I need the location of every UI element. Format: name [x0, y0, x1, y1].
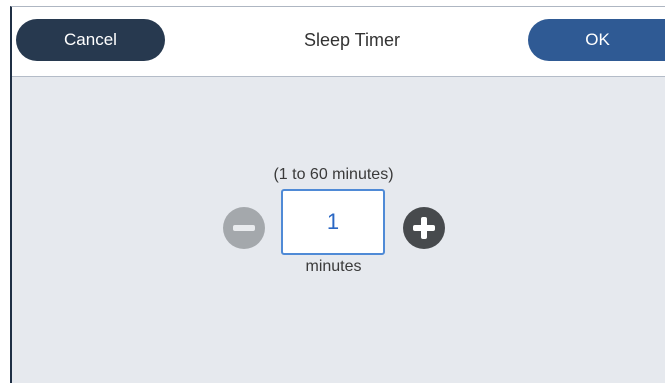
header-bar: Cancel Sleep Timer OK: [12, 7, 665, 77]
minutes-value: 1: [326, 209, 340, 234]
range-label: (1 to 60 minutes): [273, 166, 394, 183]
increment-button[interactable]: [403, 207, 445, 249]
ok-button[interactable]: OK: [528, 19, 665, 61]
decrement-button[interactable]: [223, 207, 265, 249]
ok-button-label: OK: [585, 30, 610, 49]
page-title: Sleep Timer: [303, 29, 401, 50]
minutes-value-field[interactable]: 1: [281, 189, 385, 255]
cancel-button-label: Cancel: [64, 30, 117, 49]
unit-label: minutes: [305, 258, 362, 275]
cancel-button[interactable]: Cancel: [16, 19, 165, 61]
